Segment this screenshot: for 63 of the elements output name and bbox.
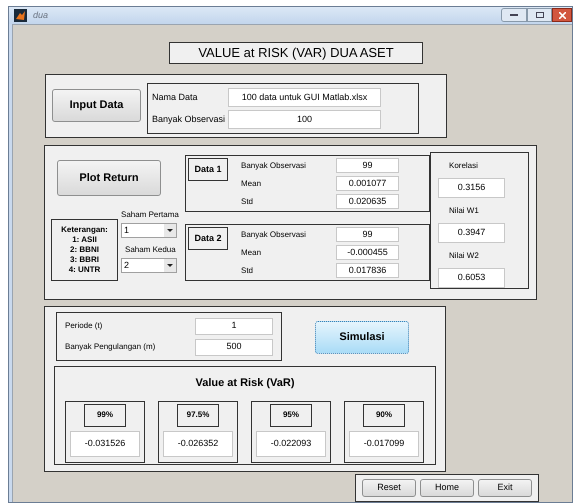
field-label: Std	[241, 196, 254, 208]
text-field[interactable]: -0.022093	[256, 430, 326, 456]
confidence-level-label: 97.5%	[177, 404, 219, 426]
dropdown-value: 2	[124, 258, 130, 272]
field-label: Banyak Observasi	[151, 112, 226, 126]
field-label: Nilai W1	[449, 205, 480, 217]
field-label: Mean	[241, 178, 262, 190]
field-label: Nilai W2	[449, 250, 480, 262]
text-field[interactable]: 0.3947	[438, 223, 505, 243]
window-title: dua	[33, 8, 48, 22]
dropdown-label: Saham Kedua	[125, 244, 177, 256]
reset-button[interactable]: Reset	[362, 479, 416, 497]
plot-return-button[interactable]: Plot Return	[57, 160, 161, 196]
maximize-button[interactable]	[527, 8, 552, 22]
legend-item: 4: UNTR	[68, 265, 100, 275]
close-button[interactable]	[552, 8, 572, 22]
minimize-icon	[510, 14, 518, 16]
exit-button[interactable]: Exit	[478, 479, 532, 497]
text-field[interactable]: 0.3156	[438, 178, 505, 198]
field-label: Banyak Observasi	[241, 160, 307, 172]
text-field[interactable]: 99	[336, 158, 399, 173]
text-field[interactable]: 99	[336, 227, 399, 242]
field-label: Nama Data	[151, 90, 199, 104]
field-label: Banyak Pengulangan (m)	[64, 341, 156, 353]
dataset-title: Data 2	[188, 227, 228, 250]
confidence-level-label: 90%	[363, 404, 405, 426]
text-field[interactable]: -0.031526	[70, 430, 140, 456]
field-label: Periode (t)	[64, 320, 104, 332]
dropdown[interactable]: 2	[121, 258, 177, 273]
dropdown-value: 1	[124, 224, 130, 237]
field-label: Korelasi	[449, 160, 479, 172]
text-field[interactable]: 100	[228, 110, 381, 129]
text-field[interactable]: 500	[195, 338, 273, 356]
text-field[interactable]: 1	[195, 318, 273, 334]
legend-title: Keterangan:	[61, 225, 108, 235]
maximize-icon	[536, 12, 544, 18]
app-header: VALUE at RISK (VAR) DUA ASET	[169, 42, 423, 64]
field-label: Mean	[241, 246, 262, 258]
dataset-title: Data 1	[188, 158, 228, 181]
dropdown[interactable]: 1	[121, 223, 177, 238]
app-logo-icon	[14, 9, 27, 22]
legend-item: 1: ASII	[72, 235, 97, 245]
confidence-level-label: 95%	[270, 404, 312, 426]
simulasi-button[interactable]: Simulasi	[315, 321, 409, 354]
legend-item: 2: BBNI	[70, 245, 99, 255]
text-field[interactable]: -0.026352	[163, 430, 233, 456]
field-label: Std	[241, 264, 254, 276]
var-title: Value at Risk (VaR)	[195, 376, 295, 391]
close-icon	[558, 12, 566, 18]
text-field[interactable]: 0.017836	[336, 263, 399, 278]
input-data-button[interactable]: Input Data	[52, 89, 141, 122]
home-button[interactable]: Home	[420, 479, 474, 497]
text-field[interactable]: 0.6053	[438, 268, 505, 288]
text-field[interactable]: -0.017099	[349, 430, 419, 456]
dropdown-label: Saham Pertama	[121, 209, 179, 221]
minimize-button[interactable]	[501, 8, 527, 22]
text-field[interactable]: 0.001077	[336, 176, 399, 191]
text-field[interactable]: -0.000455	[336, 245, 399, 260]
text-field[interactable]: 0.020635	[336, 194, 399, 209]
text-field[interactable]: 100 data untuk GUI Matlab.xlsx	[228, 88, 381, 107]
confidence-level-label: 99%	[84, 404, 126, 426]
field-label: Banyak Observasi	[241, 228, 307, 240]
legend-item: 3: BBRI	[70, 255, 99, 265]
